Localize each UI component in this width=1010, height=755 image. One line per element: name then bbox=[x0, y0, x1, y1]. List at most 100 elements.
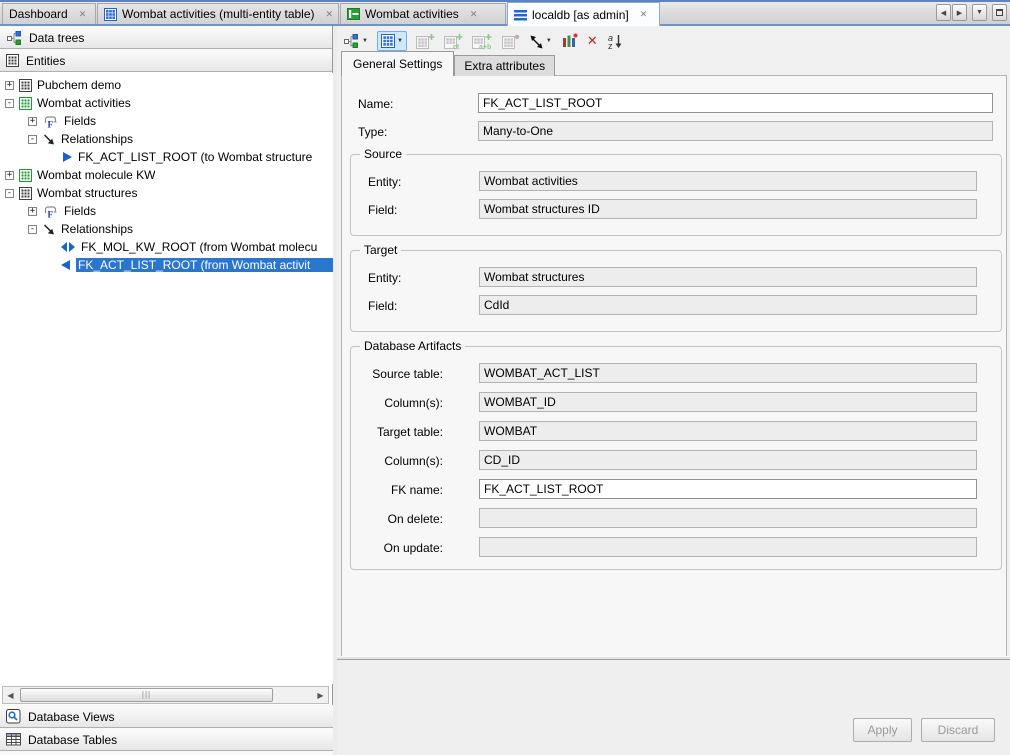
tab-dashboard[interactable]: Dashboard ✕ bbox=[2, 3, 96, 24]
tree-item-label: Fields bbox=[64, 204, 96, 218]
close-icon[interactable]: ✕ bbox=[77, 8, 89, 21]
add-entity-ct-button[interactable]: ct bbox=[444, 33, 463, 49]
svg-text:ct: ct bbox=[453, 44, 460, 49]
relationship-arrow-icon bbox=[42, 133, 56, 146]
new-entity-tool-button[interactable]: ▼ bbox=[377, 31, 407, 51]
application-window: Dashboard ✕ Wombat activities (multi-ent… bbox=[0, 0, 1010, 755]
tab-label: Dashboard bbox=[9, 7, 68, 21]
tab-label: localdb [as admin] bbox=[532, 8, 629, 22]
tab-general-settings[interactable]: General Settings bbox=[341, 51, 454, 76]
add-entity-ab-button[interactable]: a+b bbox=[472, 33, 493, 49]
source-table-field bbox=[479, 363, 977, 383]
section-database-views[interactable]: Database Views bbox=[0, 705, 333, 728]
form-green-icon bbox=[347, 8, 360, 20]
target-columns-label: Column(s): bbox=[359, 454, 443, 468]
entity-grid-green-icon bbox=[19, 97, 32, 110]
tree-item-label: FK_MOL_KW_ROOT (from Wombat molecu bbox=[81, 240, 317, 254]
scroll-right-arrow[interactable]: ▶ bbox=[313, 687, 328, 703]
document-tab-bar: Dashboard ✕ Wombat activities (multi-ent… bbox=[0, 2, 1010, 26]
add-entity-ab-icon: a+b bbox=[472, 33, 493, 49]
target-group: Target Entity: Field: bbox=[350, 250, 1002, 332]
target-table-label: Target table: bbox=[359, 425, 443, 439]
scrollbar-thumb[interactable]: ||| bbox=[20, 688, 273, 702]
scroll-tabs-left-button[interactable]: ◀ bbox=[936, 4, 951, 21]
triangle-both-icon bbox=[60, 241, 76, 253]
expand-icon[interactable]: + bbox=[28, 207, 37, 216]
section-entities[interactable]: Entities bbox=[0, 49, 332, 72]
tree-item-label: Wombat structures bbox=[37, 186, 137, 200]
tab-extra-attributes[interactable]: Extra attributes bbox=[454, 55, 555, 76]
tree-row[interactable]: FK_MOL_KW_ROOT (from Wombat molecu bbox=[0, 238, 333, 256]
discard-button[interactable]: Discard bbox=[921, 718, 995, 742]
section-label: Database Tables bbox=[28, 733, 117, 747]
promote-entity-button[interactable] bbox=[502, 33, 520, 49]
expand-icon[interactable]: + bbox=[5, 171, 14, 180]
editor-tab-strip: General Settings Extra attributes bbox=[341, 53, 555, 76]
entity-grid-dark-icon bbox=[19, 187, 32, 200]
scroll-left-arrow[interactable]: ◀ bbox=[3, 687, 18, 703]
close-icon[interactable]: ✕ bbox=[468, 8, 480, 21]
close-icon[interactable]: ✕ bbox=[324, 8, 336, 21]
source-field-field bbox=[479, 199, 977, 219]
section-schema[interactable]: Schema bbox=[0, 751, 333, 755]
name-field[interactable] bbox=[478, 93, 993, 113]
entity-grid-dark-icon bbox=[19, 79, 32, 92]
section-label: Entities bbox=[26, 54, 65, 68]
tree-row[interactable]: + Wombat molecule KW bbox=[0, 166, 333, 184]
chevron-down-icon: ▼ bbox=[397, 38, 403, 44]
forward-icon: ▶ bbox=[957, 9, 962, 17]
new-relationship-button[interactable]: ▼ bbox=[529, 34, 552, 49]
tab-wombat-activities-multi-entity[interactable]: Wombat activities (multi-entity table) ✕ bbox=[97, 3, 339, 24]
general-settings-form: Name: Type: Source Entity: Field: Target… bbox=[341, 75, 1007, 657]
promote-entity-icon bbox=[502, 33, 520, 49]
target-columns-field bbox=[479, 450, 977, 470]
entities-tree: + Pubchem demo - Wombat activities + F bbox=[0, 73, 333, 684]
column-stats-button[interactable] bbox=[561, 33, 578, 49]
sort-az-button[interactable]: az bbox=[607, 33, 623, 49]
section-data-trees[interactable]: Data trees bbox=[0, 26, 332, 49]
tree-row[interactable]: + Pubchem demo bbox=[0, 76, 333, 94]
maximize-button[interactable] bbox=[992, 4, 1007, 21]
on-delete-label: On delete: bbox=[359, 512, 443, 526]
tree-row-selected[interactable]: FK_ACT_LIST_ROOT (from Wombat activit bbox=[0, 256, 333, 274]
target-entity-label: Entity: bbox=[368, 271, 401, 285]
collapse-icon[interactable]: - bbox=[28, 135, 37, 144]
add-entity-button[interactable] bbox=[416, 33, 435, 49]
tab-list-dropdown-button[interactable]: ▼ bbox=[972, 4, 987, 21]
expand-icon[interactable]: + bbox=[5, 81, 14, 90]
tree-row[interactable]: FK_ACT_LIST_ROOT (to Wombat structure bbox=[0, 148, 333, 166]
section-label: Database Views bbox=[28, 710, 115, 724]
tree-item-label: Relationships bbox=[61, 132, 133, 146]
tab-wombat-activities[interactable]: Wombat activities ✕ bbox=[340, 3, 506, 24]
source-group-title: Source bbox=[360, 147, 406, 161]
tree-row[interactable]: + F Fields bbox=[0, 202, 333, 220]
chevron-down-icon: ▼ bbox=[362, 38, 368, 44]
add-entity-ct-icon: ct bbox=[444, 33, 463, 49]
type-field bbox=[478, 121, 993, 141]
collapse-icon[interactable]: - bbox=[5, 189, 14, 198]
tree-row[interactable]: + F Fields bbox=[0, 112, 333, 130]
section-database-tables[interactable]: Database Tables bbox=[0, 728, 333, 751]
expand-icon[interactable]: + bbox=[28, 117, 37, 126]
column-stats-icon bbox=[561, 33, 578, 49]
tree-row[interactable]: - Relationships bbox=[0, 130, 333, 148]
apply-button[interactable]: Apply bbox=[853, 718, 912, 742]
fk-name-field[interactable] bbox=[479, 479, 977, 499]
collapse-icon[interactable]: - bbox=[5, 99, 14, 108]
source-entity-label: Entity: bbox=[368, 175, 401, 189]
on-update-field bbox=[479, 537, 977, 557]
tree-horizontal-scrollbar[interactable]: ◀ ||| ▶ bbox=[2, 686, 329, 704]
close-icon[interactable]: ✕ bbox=[638, 8, 650, 21]
tree-row[interactable]: - Relationships bbox=[0, 220, 333, 238]
scroll-tabs-right-button[interactable]: ▶ bbox=[952, 4, 967, 21]
triangle-left-icon bbox=[60, 259, 71, 271]
data-tree-tool-button[interactable]: ▼ bbox=[343, 33, 368, 49]
tree-row[interactable]: - Wombat structures bbox=[0, 184, 333, 202]
delete-button[interactable]: ✕ bbox=[587, 34, 598, 49]
entities-grid-icon bbox=[6, 54, 19, 67]
scrollbar-grip: ||| bbox=[142, 691, 151, 699]
collapse-icon[interactable]: - bbox=[28, 225, 37, 234]
tree-row[interactable]: - Wombat activities bbox=[0, 94, 333, 112]
target-field-field bbox=[479, 295, 977, 315]
tab-localdb[interactable]: localdb [as admin] ✕ bbox=[507, 2, 660, 26]
